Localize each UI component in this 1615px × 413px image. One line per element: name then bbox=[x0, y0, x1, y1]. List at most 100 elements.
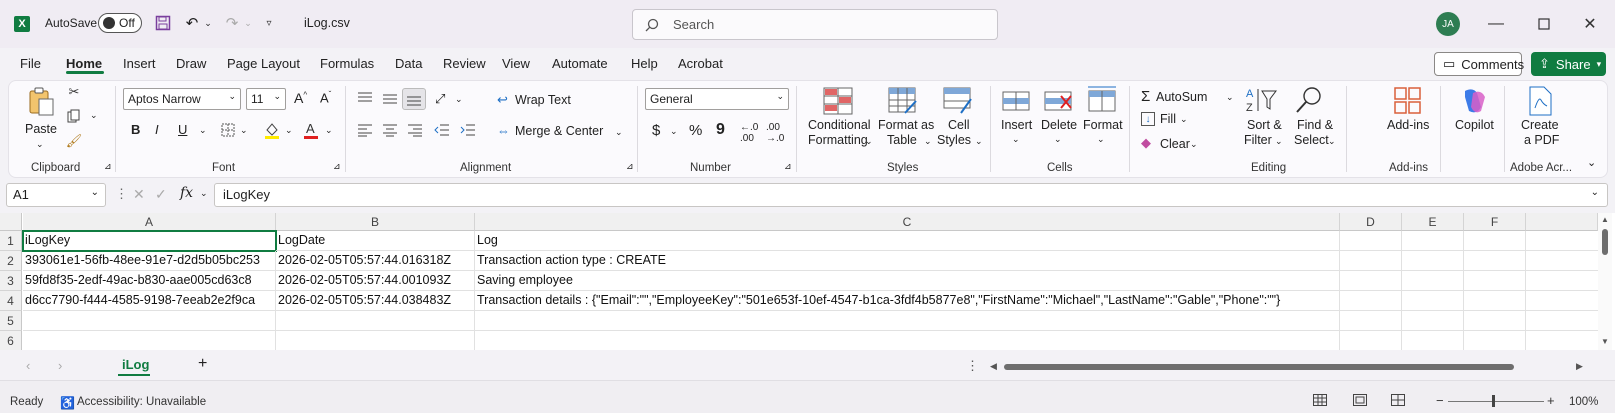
format-as-table-label-1[interactable]: Format as bbox=[878, 118, 934, 132]
row-header[interactable]: 5 bbox=[0, 311, 22, 331]
enter-icon[interactable]: ✓ bbox=[155, 186, 167, 203]
merge-dropdown-icon[interactable]: ⌄ bbox=[615, 127, 623, 138]
underline-dropdown-icon[interactable]: ⌄ bbox=[199, 125, 207, 136]
borders-icon[interactable] bbox=[220, 122, 236, 138]
more-options-icon[interactable]: ⋮ bbox=[966, 358, 979, 374]
zoom-in-icon[interactable]: + bbox=[1547, 393, 1555, 408]
sort-filter-icon[interactable]: AZ bbox=[1244, 84, 1278, 116]
merge-center-button[interactable]: Merge & Center bbox=[515, 124, 603, 138]
decrease-decimal-icon[interactable]: .00 →.0 bbox=[766, 122, 784, 144]
find-select-icon[interactable] bbox=[1292, 84, 1326, 116]
scroll-up-icon[interactable]: ▲ bbox=[1601, 215, 1609, 224]
delete-cells-button[interactable]: Delete bbox=[1041, 118, 1077, 132]
align-left-icon[interactable] bbox=[356, 122, 374, 138]
fill-color-icon[interactable] bbox=[264, 120, 280, 140]
orientation-icon[interactable]: ⤢ bbox=[435, 91, 445, 107]
orientation-dropdown-icon[interactable]: ⌄ bbox=[455, 94, 463, 105]
conditional-formatting-label-1[interactable]: Conditional bbox=[808, 118, 871, 132]
avatar[interactable]: JA bbox=[1436, 12, 1460, 36]
align-center-icon[interactable] bbox=[381, 122, 399, 138]
add-ins-button[interactable]: Add-ins bbox=[1387, 118, 1429, 132]
cell-b4[interactable]: 2026-02-05T05:57:44.038483Z bbox=[276, 291, 475, 311]
format-cells-icon[interactable] bbox=[1086, 84, 1118, 114]
comments-button[interactable]: ▭ Comments bbox=[1434, 52, 1524, 76]
zoom-slider-track[interactable] bbox=[1448, 401, 1544, 402]
row-header[interactable]: 2 bbox=[0, 251, 22, 271]
normal-view-icon[interactable] bbox=[1312, 393, 1328, 407]
search-box[interactable]: Search bbox=[632, 9, 998, 40]
bold-icon[interactable]: B bbox=[131, 122, 140, 137]
tab-draw[interactable]: Draw bbox=[176, 56, 206, 71]
scroll-thumb[interactable] bbox=[1004, 364, 1514, 370]
copilot-icon[interactable] bbox=[1458, 86, 1488, 116]
cell-c1[interactable]: Log bbox=[475, 231, 1340, 251]
number-format-select[interactable]: General ⌄ bbox=[645, 88, 789, 110]
comma-style-icon[interactable]: 9 bbox=[716, 121, 725, 139]
conditional-formatting-icon[interactable] bbox=[822, 86, 854, 116]
align-bottom-icon[interactable] bbox=[402, 88, 426, 110]
merge-center-icon[interactable]: ⇔ bbox=[497, 123, 510, 138]
font-size-select[interactable]: 11 ⌄ bbox=[246, 88, 286, 110]
chevron-down-icon[interactable]: ⌄ bbox=[975, 136, 983, 147]
chevron-down-icon[interactable]: ⌄ bbox=[200, 188, 208, 199]
percent-icon[interactable]: % bbox=[689, 122, 702, 139]
redo-dropdown-icon[interactable]: ⌄ bbox=[242, 13, 254, 33]
wrap-text-button[interactable]: Wrap Text bbox=[515, 93, 571, 107]
tab-page-layout[interactable]: Page Layout bbox=[227, 56, 300, 71]
fill-dropdown-icon[interactable]: ⌄ bbox=[1180, 114, 1188, 125]
cell-b2[interactable]: 2026-02-05T05:57:44.016318Z bbox=[276, 251, 475, 271]
sheet-tab-ilog[interactable]: iLog bbox=[122, 357, 149, 372]
vertical-scrollbar[interactable]: ▲ ▼ bbox=[1598, 213, 1612, 350]
tab-acrobat[interactable]: Acrobat bbox=[678, 56, 723, 71]
increase-decimal-icon[interactable]: ←.0.00 bbox=[740, 122, 758, 144]
create-pdf-label-2[interactable]: a PDF bbox=[1524, 133, 1559, 147]
fill-color-dropdown-icon[interactable]: ⌄ bbox=[285, 125, 293, 136]
page-layout-view-icon[interactable] bbox=[1352, 393, 1368, 407]
scroll-right-icon[interactable]: ▶ bbox=[1576, 361, 1583, 372]
underline-icon[interactable]: U bbox=[178, 122, 187, 137]
cell-a3[interactable]: 59fd8f35-2edf-49ac-b830-aae005cd63c8 bbox=[23, 271, 276, 291]
scroll-thumb[interactable] bbox=[1602, 229, 1608, 255]
font-color-icon[interactable]: A bbox=[303, 120, 319, 140]
close-icon[interactable]: ✕ bbox=[1578, 12, 1602, 36]
add-sheet-icon[interactable]: + bbox=[198, 355, 207, 373]
tab-help[interactable]: Help bbox=[631, 56, 658, 71]
name-box[interactable]: A1 ⌄ bbox=[6, 183, 106, 207]
row-header[interactable]: 6 bbox=[0, 331, 22, 351]
number-launcher-icon[interactable]: ⊿ bbox=[784, 161, 792, 172]
insert-cells-icon[interactable] bbox=[1000, 86, 1032, 116]
decrease-font-icon[interactable]: Aˇ bbox=[320, 90, 331, 105]
copy-icon[interactable] bbox=[66, 108, 82, 124]
create-pdf-label-1[interactable]: Create bbox=[1521, 118, 1559, 132]
cell-b5[interactable] bbox=[276, 311, 475, 331]
collapse-ribbon-icon[interactable]: ⌄ bbox=[1587, 156, 1596, 169]
increase-font-icon[interactable]: A^ bbox=[294, 90, 307, 106]
tab-file[interactable]: File bbox=[20, 56, 41, 71]
insert-cells-button[interactable]: Insert bbox=[1001, 118, 1032, 132]
select-all-corner[interactable] bbox=[0, 213, 22, 231]
cell-styles-label-2[interactable]: Styles bbox=[937, 133, 971, 147]
align-right-icon[interactable] bbox=[406, 122, 424, 138]
column-header[interactable]: B bbox=[276, 213, 475, 231]
more-options-icon[interactable]: ⋮ bbox=[115, 186, 128, 202]
autosum-dropdown-icon[interactable]: ⌄ bbox=[1226, 92, 1234, 103]
share-button[interactable]: ⇪ Share ▾ bbox=[1531, 52, 1606, 76]
row-header[interactable]: 3 bbox=[0, 271, 22, 291]
zoom-slider-thumb[interactable] bbox=[1492, 395, 1495, 407]
cell-c3[interactable]: Saving employee bbox=[475, 271, 1340, 291]
borders-dropdown-icon[interactable]: ⌄ bbox=[240, 125, 248, 136]
next-sheet-icon[interactable]: › bbox=[58, 358, 62, 373]
chevron-down-icon[interactable]: ⌄ bbox=[1097, 134, 1105, 145]
chevron-down-icon[interactable]: ⌄ bbox=[1275, 136, 1283, 147]
font-name-select[interactable]: Aptos Narrow ⌄ bbox=[123, 88, 241, 110]
clear-button[interactable]: Clear bbox=[1160, 137, 1190, 151]
paste-dropdown-icon[interactable]: ⌄ bbox=[36, 139, 44, 150]
font-color-dropdown-icon[interactable]: ⌄ bbox=[325, 125, 333, 136]
cell-styles-icon[interactable] bbox=[942, 86, 974, 116]
formula-input[interactable]: iLogKey ⌄ bbox=[214, 183, 1608, 207]
cell-a2[interactable]: 393061e1-56fb-48ee-91e7-d2d5b05bc253 bbox=[23, 251, 276, 271]
align-middle-icon[interactable] bbox=[381, 90, 399, 106]
horizontal-scrollbar[interactable]: ◀ ▶ bbox=[990, 361, 1590, 372]
increase-indent-icon[interactable] bbox=[459, 122, 477, 138]
minimize-icon[interactable]: — bbox=[1484, 12, 1508, 36]
